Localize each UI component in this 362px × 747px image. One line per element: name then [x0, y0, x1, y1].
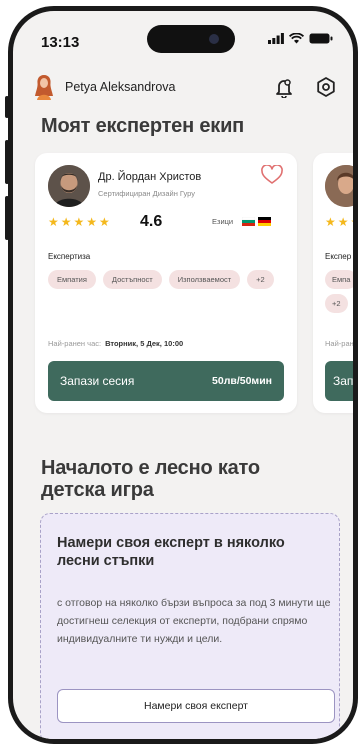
tag-empathy: Емпатия — [48, 270, 96, 289]
app-header: Petya Aleksandrova — [33, 73, 335, 101]
german-flag-icon — [258, 217, 271, 226]
phone-frame: 13:13 Petya Aleksandrova Моят експертен … — [8, 6, 358, 744]
easy-title-line2: детска игра — [41, 479, 154, 501]
wifi-icon — [289, 33, 304, 44]
earliest-value: Вторник, 5 Дек, 10:00 — [105, 339, 184, 348]
expert-card[interactable]: Др. Йордан Христов Сертифициран Дизайн Г… — [35, 153, 297, 413]
book-session-button[interactable]: Запази сесия 50лв/50мин — [48, 361, 284, 401]
tag-more[interactable]: +2 — [247, 270, 274, 289]
book-session-label: Запази сесия — [60, 374, 135, 388]
next-expertise-label: Експер — [325, 252, 352, 261]
easy-section-title: Началото е лесно като детска игра — [41, 457, 331, 501]
status-time: 13:13 — [41, 34, 80, 51]
team-section-title: Моят експертен екип — [41, 115, 245, 137]
tag-accessibility: Достъпност — [102, 270, 162, 289]
expert-title: Сертифициран Дизайн Гуру — [98, 189, 195, 198]
next-book-button[interactable]: Запа — [325, 361, 358, 401]
expertise-tags: Емпатия Достъпност Използваемост +2 — [48, 270, 288, 289]
languages-label: Езици — [212, 217, 234, 226]
expert-name: Др. Йордан Христов — [98, 171, 202, 183]
expertise-label: Експертиза — [48, 252, 91, 261]
user-name: Petya Aleksandrova — [65, 80, 176, 94]
dynamic-island — [147, 25, 235, 53]
session-price: 50лв/50мин — [212, 375, 272, 387]
user-avatar[interactable] — [33, 74, 55, 100]
rating-value: 4.6 — [140, 213, 163, 230]
find-expert-button[interactable]: Намери своя експерт — [57, 689, 335, 723]
settings-gear-icon[interactable] — [315, 76, 337, 98]
bulgarian-flag-icon — [242, 217, 255, 226]
battery-icon — [309, 33, 333, 44]
expert-portrait-icon — [48, 165, 90, 207]
next-earliest-label: Най-ран — [325, 339, 354, 348]
next-expert-card[interactable]: ★★★ Експер Емпа +2 Най-ран Запа — [313, 153, 358, 413]
next-expert-portrait-icon — [325, 165, 353, 207]
earliest-label: Най-ранен час: — [48, 339, 102, 348]
next-rating-stars: ★★★ — [325, 215, 353, 229]
notification-bell-icon[interactable] — [273, 76, 295, 98]
status-icons — [268, 33, 333, 44]
camera-icon — [209, 34, 219, 44]
tag-usability: Използваемост — [168, 270, 241, 289]
find-expert-title: Намери своя експерт в няколко лесни стъп… — [57, 535, 285, 569]
next-book-label: Запа — [333, 374, 358, 388]
easy-title-line1: Началото е лесно като — [41, 457, 260, 479]
signal-icon — [268, 33, 284, 44]
find-expert-description: с отговор на няколко бързи въпроса за по… — [57, 597, 331, 645]
next-tag-more: +2 — [325, 294, 348, 313]
status-bar: 13:13 — [13, 11, 353, 61]
rating-stars: ★★★★★ — [48, 215, 112, 229]
earliest-slot: Най-ранен час: Вторник, 5 Дек, 10:00 — [48, 339, 183, 348]
next-expert-photo — [325, 165, 353, 207]
expert-photo — [48, 165, 90, 207]
next-tag: Емпа — [325, 270, 353, 289]
find-expert-box: Намери своя експерт в няколко лесни стъп… — [40, 513, 340, 739]
favorite-heart-icon[interactable] — [261, 165, 283, 185]
